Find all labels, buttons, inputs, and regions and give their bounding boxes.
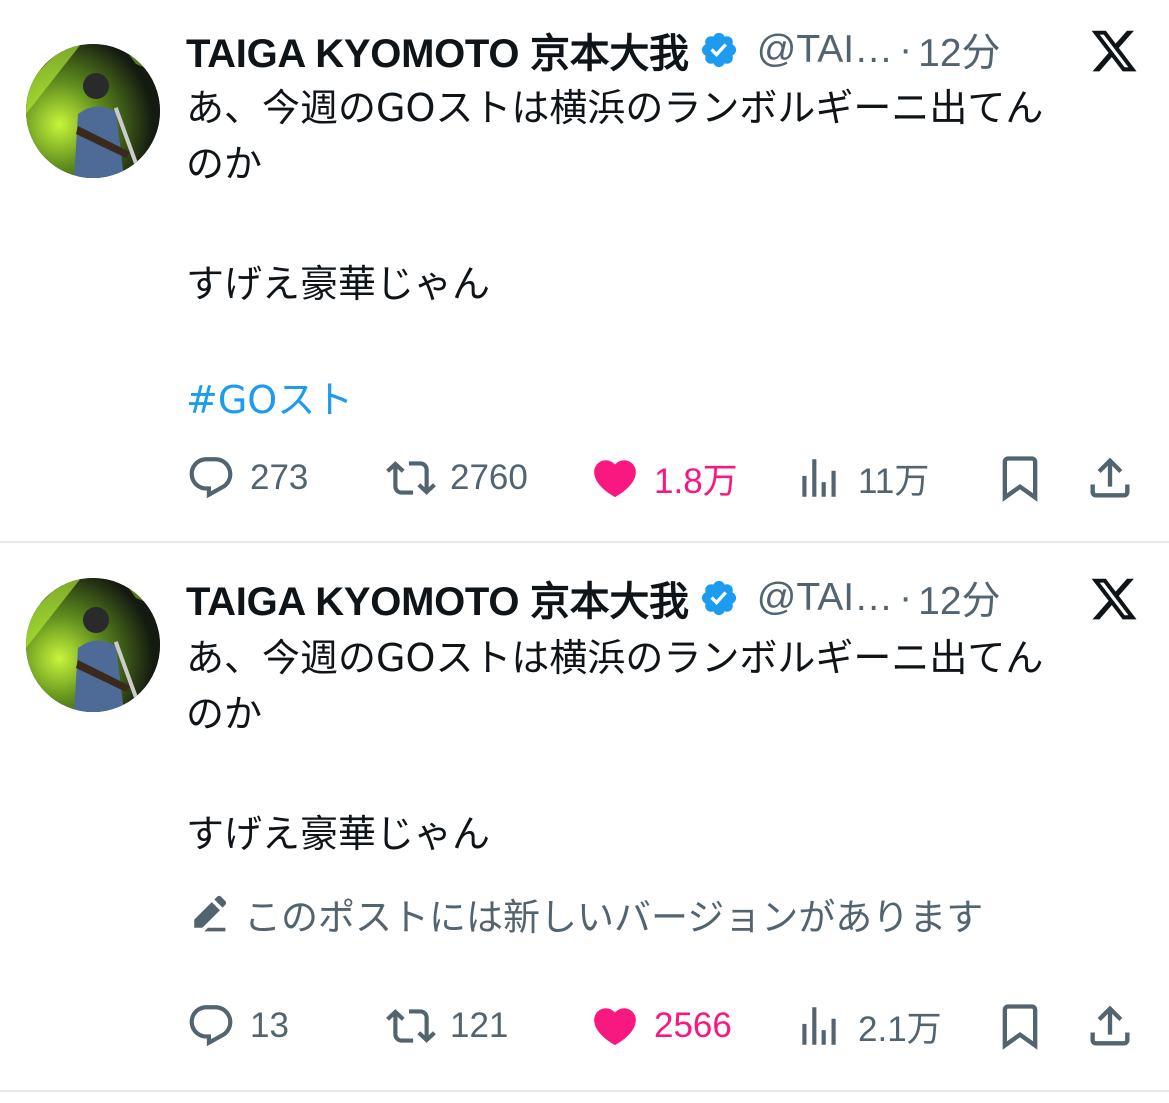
avatar[interactable] [26,44,160,178]
tweet-text-line: すげえ豪華じゃん [186,262,491,306]
timestamp[interactable]: 12分 [918,22,1000,78]
x-logo-icon [1091,578,1137,620]
display-name[interactable]: TAIGA KYOMOTO 京本大我 [186,21,689,79]
tweet-header: TAIGA KYOMOTO 京本大我 @TAI… · 12分 [186,568,1139,628]
share-icon [1090,1005,1130,1046]
verified-badge-icon [701,580,736,616]
like-button[interactable]: 2566 [590,996,732,1056]
tweet-text-line: すげえ豪華じゃん [186,812,491,856]
tweet-text-line: のか [186,692,263,736]
bookmark-button[interactable] [994,452,1046,504]
views-icon [802,459,836,497]
reply-icon [189,457,233,499]
views-count: 2.1万 [858,1009,942,1049]
avatar[interactable] [26,578,160,712]
reply-count: 273 [250,458,309,497]
x-logo-icon [1091,30,1137,72]
views-count: 11万 [858,461,930,501]
verified-badge-icon [701,32,736,68]
tweet-header: TAIGA KYOMOTO 京本大我 @TAI… · 12分 [186,20,1139,80]
tweet-text: あ、今週のGOストは横浜のランボルギーニ出てん のか すげえ豪華じゃん [186,630,1146,862]
reply-count: 13 [250,1006,289,1045]
timestamp[interactable]: 12分 [918,570,1000,626]
handle[interactable]: @TAI… [757,28,893,72]
repost-count: 121 [450,1006,509,1045]
tweet-text-line: のか [186,142,263,186]
views-button[interactable]: 2.1万 [794,996,942,1056]
edit-notice-text: このポストには新しいバージョンがあります [244,896,984,939]
edit-notice[interactable]: このポストには新しいバージョンがあります [186,886,983,942]
like-button[interactable]: 1.8万 [590,448,738,508]
repost-count: 2760 [450,458,528,497]
tweet-card[interactable]: TAIGA KYOMOTO 京本大我 @TAI… · 12分 あ、今週のGOスト… [0,0,1169,544]
repost-icon [386,1009,436,1043]
action-bar: 273 2760 1.8万 11万 [186,448,1136,508]
reply-icon [189,1005,233,1047]
repost-button[interactable]: 121 [386,996,508,1056]
tweet-text: あ、今週のGOストは横浜のランボルギーニ出てん のか すげえ豪華じゃん [186,80,1146,312]
separator-dot: · [899,28,913,71]
bookmark-icon [1002,1004,1038,1050]
edit-pencil-icon [194,895,227,932]
heart-icon [594,460,636,498]
separator-dot: · [899,576,913,619]
like-count: 2566 [654,1006,732,1045]
repost-icon [386,461,436,495]
share-icon [1090,457,1130,498]
views-icon [802,1007,836,1045]
reply-button[interactable]: 13 [186,996,289,1056]
tweet-text-line: あ、今週のGOストは横浜のランボルギーニ出てん [186,86,1044,130]
tweet-text-line: あ、今週のGOストは横浜のランボルギーニ出てん [186,636,1044,680]
share-button[interactable] [1084,1000,1136,1052]
heart-icon [594,1008,636,1046]
bookmark-icon [1002,456,1038,502]
reply-button[interactable]: 273 [186,448,308,508]
tweet-card[interactable]: TAIGA KYOMOTO 京本大我 @TAI… · 12分 あ、今週のGOスト… [0,544,1169,1092]
repost-button[interactable]: 2760 [386,448,528,508]
action-bar: 13 121 2566 2.1万 [186,996,1136,1056]
share-button[interactable] [1084,452,1136,504]
views-button[interactable]: 11万 [794,448,929,508]
handle[interactable]: @TAI… [757,576,893,620]
display-name[interactable]: TAIGA KYOMOTO 京本大我 [186,569,689,627]
hashtag-link[interactable]: #GOスト [186,372,353,428]
bookmark-button[interactable] [994,1000,1046,1052]
divider [0,541,1169,543]
divider [0,1090,1169,1092]
like-count: 1.8万 [654,461,738,501]
